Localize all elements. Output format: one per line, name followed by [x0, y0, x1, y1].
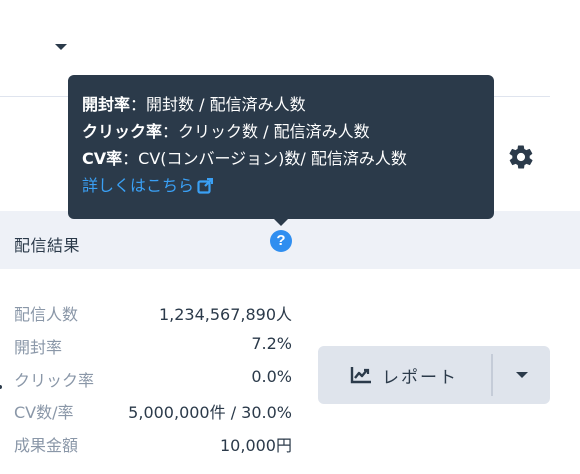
section-title: 配信結果 — [14, 236, 81, 255]
report-dropdown-toggle[interactable] — [494, 346, 550, 404]
tooltip-desc-ctr: ：クリック数 / 配信済み人数 — [162, 122, 370, 141]
external-link-icon — [197, 177, 214, 194]
tooltip-term-ctr: クリック率 — [82, 122, 163, 141]
stat-label-cv: CV数/率 — [14, 403, 74, 422]
tooltip-desc-cvr: ：CV(コンバージョン)数/ 配信済み人数 — [122, 149, 407, 168]
stat-value-open-rate: 7.2% — [251, 334, 292, 353]
stat-value-cv: 5,000,000件 / 30.0% — [128, 403, 292, 422]
stat-label-ctr: クリック率 — [14, 371, 95, 390]
chevron-down-icon — [516, 372, 528, 378]
question-circle-icon[interactable]: ? — [270, 230, 292, 252]
top-dropdown-caret-icon[interactable] — [55, 44, 67, 50]
report-button-label: レポート — [382, 367, 458, 388]
report-button[interactable]: レポート — [318, 346, 490, 404]
tooltip-term-cvr: CV率 — [82, 149, 123, 168]
gear-icon[interactable] — [507, 143, 535, 171]
bullet-dot — [0, 385, 2, 389]
stat-label-open-rate: 開封率 — [14, 338, 63, 357]
learn-more-link-label: 詳しくはこちら — [82, 176, 195, 195]
stat-value-ctr: 0.0% — [251, 367, 292, 386]
help-tooltip: 開封率：開封数 / 配信済み人数 クリック率：クリック数 / 配信済み人数 CV… — [68, 75, 494, 219]
learn-more-link[interactable]: 詳しくはこちら — [82, 172, 214, 199]
line-chart-icon — [350, 367, 371, 384]
tooltip-line-ctr: クリック率：クリック数 / 配信済み人数 — [82, 118, 480, 145]
tooltip-desc-open-rate: ：開封数 / 配信済み人数 — [130, 95, 306, 114]
tooltip-line-open-rate: 開封率：開封数 / 配信済み人数 — [82, 91, 480, 118]
button-divider — [491, 354, 493, 396]
stat-value-recipients: 1,234,567,890人 — [158, 305, 292, 324]
tooltip-term-open-rate: 開封率 — [82, 95, 131, 114]
stat-value-revenue: 10,000円 — [220, 436, 292, 455]
report-button-group: レポート — [318, 346, 550, 404]
stat-label-recipients: 配信人数 — [14, 305, 79, 324]
tooltip-line-cvr: CV率：CV(コンバージョン)数/ 配信済み人数 — [82, 145, 480, 172]
page: 配信結果 ? 配信人数 1,234,567,890人 開封率 7.2% クリック… — [0, 0, 580, 474]
tooltip-arrow — [274, 219, 288, 226]
tooltip-line-link: 詳しくはこちら — [82, 172, 480, 199]
stat-label-revenue: 成果金額 — [14, 436, 79, 455]
